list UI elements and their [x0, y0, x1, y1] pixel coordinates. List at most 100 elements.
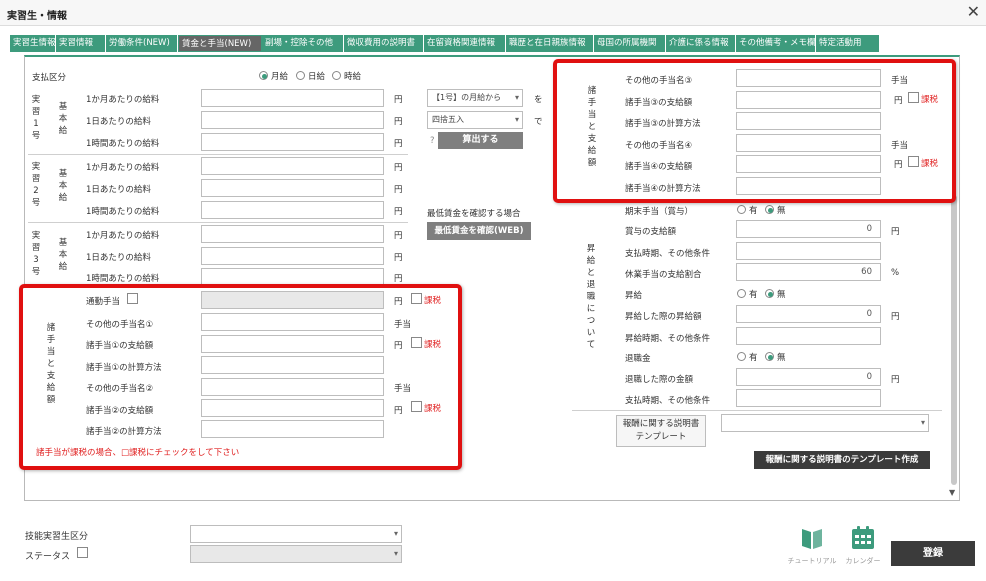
- allowance2-amount-input[interactable]: [201, 399, 384, 417]
- allowance1-method-input[interactable]: [201, 356, 384, 374]
- allowance3-taxable-checkbox[interactable]: [908, 92, 919, 103]
- allowance3-method-input[interactable]: [736, 112, 881, 130]
- allowances-highlight-left: [19, 284, 462, 470]
- taxable-label: 課税: [921, 95, 939, 105]
- calculate-button[interactable]: 算出する: [438, 132, 523, 149]
- scroll-down-icon[interactable]: ▼: [949, 488, 955, 497]
- calc-base-select[interactable]: 【1号】の月給から: [427, 89, 523, 107]
- retire-yes-radio[interactable]: [737, 352, 746, 361]
- template-create-button[interactable]: 報酬に関する説明書のテンプレート作成: [754, 451, 930, 469]
- raise-no-label: 無: [777, 290, 786, 300]
- g2-monthly-input[interactable]: [201, 157, 384, 175]
- radio-hourly[interactable]: [332, 71, 341, 80]
- tab-specific-activity[interactable]: 特定活動用: [816, 35, 880, 52]
- bonus-time-label: 支払時期、その他条件: [625, 249, 711, 259]
- register-button[interactable]: 登録: [891, 541, 975, 566]
- trainee-type-select[interactable]: [190, 525, 402, 543]
- minwage-web-button[interactable]: 最低賃金を確認(WEB): [427, 222, 531, 240]
- yen-label: 円: [394, 207, 403, 217]
- tab-training-info[interactable]: 実習情報: [56, 35, 106, 52]
- retire-amount-label: 退職した際の金額: [625, 375, 694, 385]
- calendar-icon[interactable]: [849, 525, 877, 551]
- allowance3-name-input[interactable]: [736, 69, 881, 87]
- g3-hourly-label: 1時間あたりの給料: [86, 274, 160, 284]
- raise-amount-input[interactable]: 0: [736, 305, 881, 323]
- retire-amount-input[interactable]: 0: [736, 368, 881, 386]
- tab-work-conditions[interactable]: 労働条件(NEW): [106, 35, 178, 52]
- allowance1-amount-input[interactable]: [201, 335, 384, 353]
- teate-label: 手当: [891, 141, 909, 151]
- g1-hourly-input[interactable]: [201, 133, 384, 151]
- raise-time-input[interactable]: [736, 327, 881, 345]
- group2-label: 実習2号: [31, 162, 41, 208]
- bonus-time-input[interactable]: [736, 242, 881, 260]
- yen-label: 円: [394, 253, 403, 263]
- rounding-select[interactable]: 四捨五入: [427, 111, 523, 129]
- bonus-yes-radio[interactable]: [737, 205, 746, 214]
- leave-ratio-input[interactable]: 60: [736, 263, 881, 281]
- allowance4-method-input[interactable]: [736, 177, 881, 195]
- retire-time-label: 支払時期、その他条件: [625, 396, 711, 406]
- status-label: ステータス: [25, 552, 71, 562]
- taxable-label: 課税: [921, 159, 939, 169]
- allowance1-amount-label: 諸手当①の支給額: [86, 341, 154, 351]
- allowance3-amount-input[interactable]: [736, 91, 881, 109]
- yen-label: 円: [394, 231, 403, 241]
- tutorial-icon[interactable]: [799, 525, 825, 551]
- taxable-label: 課税: [424, 296, 442, 306]
- tab-wages-allowances[interactable]: 賃金と手当(NEW): [178, 35, 262, 52]
- retire-time-input[interactable]: [736, 389, 881, 407]
- g2-daily-input[interactable]: [201, 179, 384, 197]
- g3-daily-input[interactable]: [201, 247, 384, 265]
- allowance4-taxable-checkbox[interactable]: [908, 156, 919, 167]
- yen-label: 円: [394, 297, 403, 307]
- g3-monthly-input[interactable]: [201, 225, 384, 243]
- tab-collection-costs[interactable]: 徴収費用の説明書: [344, 35, 424, 52]
- yen-label: 円: [394, 185, 403, 195]
- template-select[interactable]: [721, 414, 929, 432]
- calc-de-label: で: [534, 117, 543, 127]
- bonus-amount-input[interactable]: 0: [736, 220, 881, 238]
- radio-monthly[interactable]: [259, 71, 268, 80]
- tab-other-notes[interactable]: その他備考・メモ欄: [736, 35, 816, 52]
- close-icon[interactable]: ✕: [967, 2, 980, 21]
- tab-residence-status[interactable]: 在留資格関連情報: [424, 35, 506, 52]
- allowance1-name-input[interactable]: [201, 313, 384, 331]
- allowance2-taxable-checkbox[interactable]: [411, 401, 422, 412]
- retire-no-radio[interactable]: [765, 352, 774, 361]
- leave-ratio-label: 休業手当の支給割合: [625, 270, 702, 280]
- retire-label: 退職金: [625, 354, 651, 364]
- raise-no-radio[interactable]: [765, 289, 774, 298]
- allowance4-name-input[interactable]: [736, 134, 881, 152]
- bonus-no-radio[interactable]: [765, 205, 774, 214]
- tab-care-info[interactable]: 介護に係る情報: [666, 35, 736, 52]
- allowance1-taxable-checkbox[interactable]: [411, 337, 422, 348]
- yen-label: 円: [891, 375, 900, 385]
- status-select[interactable]: [190, 545, 402, 563]
- commute-amount-input[interactable]: [201, 291, 384, 309]
- tab-housing-deductions[interactable]: 副場・控除その他: [262, 35, 344, 52]
- allowance4-amount-input[interactable]: [736, 155, 881, 173]
- allowance2-name-input[interactable]: [201, 378, 384, 396]
- allowance2-method-input[interactable]: [201, 420, 384, 438]
- commute-taxable-checkbox[interactable]: [411, 293, 422, 304]
- g2-daily-label: 1日あたりの給料: [86, 185, 151, 195]
- g1-monthly-label: 1か月あたりの給料: [86, 95, 160, 105]
- radio-daily[interactable]: [296, 71, 305, 80]
- g1-monthly-input[interactable]: [201, 89, 384, 107]
- raise-yes-radio[interactable]: [737, 289, 746, 298]
- commute-checkbox[interactable]: [127, 293, 138, 304]
- allowance4-name-label: その他の手当名④: [625, 141, 693, 151]
- retire-no-label: 無: [777, 353, 786, 363]
- yen-label: 円: [891, 312, 900, 322]
- window-title: 実習生・情報: [7, 11, 67, 22]
- scrollbar-thumb[interactable]: [951, 195, 957, 485]
- tab-home-organization[interactable]: 母国の所属機関: [594, 35, 666, 52]
- g2-hourly-input[interactable]: [201, 201, 384, 219]
- g1-daily-input[interactable]: [201, 111, 384, 129]
- help-icon[interactable]: ?: [430, 136, 435, 146]
- tab-career-relatives[interactable]: 職歴と在日親族情報: [506, 35, 594, 52]
- status-checkbox[interactable]: [77, 547, 88, 558]
- tab-trainee-info[interactable]: 実習生情報: [10, 35, 56, 52]
- group3-label: 実習3号: [31, 231, 41, 277]
